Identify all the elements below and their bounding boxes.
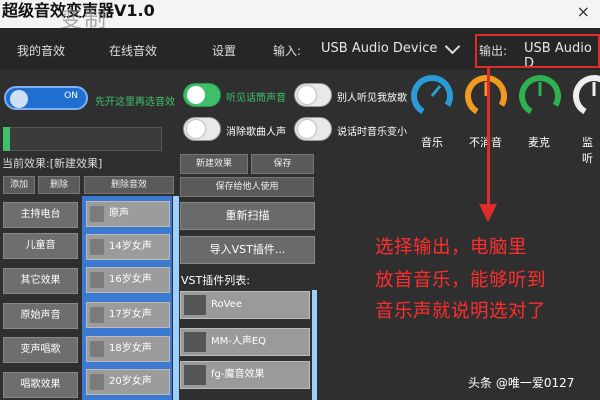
preset-label: 16岁女声 — [109, 274, 152, 285]
tab-online-effects[interactable]: 在线音效 — [109, 42, 157, 59]
add-button[interactable]: 添加 — [3, 176, 35, 194]
preset-item[interactable]: 原声 — [86, 201, 170, 227]
save-for-others-button[interactable]: 保存给他人使用 — [180, 177, 314, 197]
new-effect-button[interactable]: 新建效果 — [180, 154, 248, 174]
vst-scrollbar[interactable] — [312, 290, 317, 400]
title-bar: 超级音效变声器V1.0 变制 × — [0, 0, 600, 32]
vst-list-header: VST插件列表: — [181, 274, 250, 287]
vst-plugin-item[interactable]: MM-人声EQ — [180, 328, 310, 356]
delete-button[interactable]: 删除 — [38, 176, 80, 194]
dial-label-music: 音乐 — [421, 136, 443, 149]
annotation-arrow — [487, 68, 490, 208]
preset-item[interactable]: 18岁女声 — [86, 336, 170, 362]
category-singing-effects[interactable]: 唱歌效果 — [3, 372, 78, 398]
import-vst-button[interactable]: 导入VST插件... — [180, 236, 315, 264]
monitor-dial-icon[interactable] — [572, 74, 600, 118]
annotation-line-1: 选择输出，电脑里 — [375, 237, 528, 258]
preset-item[interactable]: 14岁女声 — [86, 234, 170, 260]
music-dial-icon[interactable] — [410, 74, 454, 118]
dial-label-monitor: 监听 — [582, 136, 593, 165]
others-hear-toggle[interactable] — [294, 83, 332, 107]
hear-voice-toggle[interactable] — [183, 83, 221, 107]
tab-settings[interactable]: 设置 — [212, 42, 236, 59]
vst-plugin-item[interactable]: fg-魔音效果 — [180, 361, 310, 389]
preset-label: 14岁女声 — [109, 241, 152, 252]
annotation-line-3: 音乐声就说明选对了 — [375, 301, 547, 322]
vst-plugin-label: RoVee — [211, 299, 242, 310]
mic-dial-icon[interactable] — [518, 74, 562, 118]
category-child-voice[interactable]: 儿童音 — [3, 233, 78, 259]
preset-icon — [90, 239, 104, 255]
toggle-knob — [298, 86, 316, 104]
preset-icon — [90, 374, 104, 390]
level-meter — [3, 127, 162, 151]
credit-watermark: 头条 @唯一爱0127 — [468, 376, 575, 390]
dial-label-no-mute: 不消音 — [469, 136, 502, 149]
arrow-down-icon — [479, 204, 497, 222]
toggle-knob — [10, 90, 28, 108]
toggle-knob — [187, 120, 205, 138]
preset-label: 原声 — [109, 208, 129, 219]
toggle-state-label: ON — [64, 91, 78, 101]
preset-icon — [90, 272, 104, 288]
level-meter-fill — [3, 127, 10, 151]
hear-voice-label: 听见话筒声音 — [226, 93, 286, 104]
master-hint-label: 先开这里再选音效 — [95, 97, 175, 108]
toggle-knob — [187, 86, 205, 104]
category-host-radio[interactable]: 主持电台 — [3, 202, 78, 228]
preset-item[interactable]: 20岁女声 — [86, 369, 170, 395]
master-toggle[interactable]: ON — [4, 86, 88, 110]
no-mute-dial-icon[interactable] — [464, 74, 508, 118]
input-label: 输入: — [273, 44, 302, 58]
input-device-select[interactable]: USB Audio Device — [321, 41, 437, 56]
preset-icon — [90, 341, 104, 357]
preset-item[interactable]: 17岁女声 — [86, 302, 170, 328]
save-button[interactable]: 保存 — [251, 154, 314, 174]
preset-label: 20岁女声 — [109, 376, 152, 387]
category-original-voice[interactable]: 原始声音 — [3, 303, 78, 329]
category-other-effects[interactable]: 其它效果 — [3, 268, 78, 294]
rescan-button[interactable]: 重新扫描 — [180, 202, 315, 230]
lower-music-toggle[interactable] — [294, 117, 332, 141]
plugin-icon — [184, 365, 206, 385]
preset-item[interactable]: 16岁女声 — [86, 267, 170, 293]
preset-icon — [90, 307, 104, 323]
close-icon[interactable]: × — [577, 2, 590, 21]
remove-vocals-label: 消除歌曲人声 — [226, 127, 286, 138]
preset-scrollbar[interactable] — [173, 196, 179, 400]
category-voice-singing[interactable]: 变声唱歌 — [3, 337, 78, 363]
dial-label-mic: 麦克 — [528, 136, 550, 149]
preset-label: 18岁女声 — [109, 343, 152, 354]
tab-my-effects[interactable]: 我的音效 — [17, 42, 65, 59]
vst-plugin-label: fg-魔音效果 — [211, 369, 265, 380]
vst-plugin-label: MM-人声EQ — [211, 336, 267, 347]
annotation-line-2: 放首音乐，能够听到 — [375, 270, 547, 291]
annotation-highlight-box — [475, 34, 600, 68]
plugin-icon — [184, 332, 206, 352]
current-effect-header: 当前效果:[新建效果] — [2, 157, 103, 170]
plugin-icon — [184, 295, 206, 315]
lower-music-label: 说话时音乐变小 — [337, 127, 407, 138]
vst-plugin-item[interactable]: RoVee — [180, 291, 310, 319]
remove-vocals-toggle[interactable] — [183, 117, 221, 141]
delete-effect-button[interactable]: 删除音效 — [84, 176, 174, 194]
preset-label: 17岁女声 — [109, 309, 152, 320]
toggle-knob — [298, 120, 316, 138]
preset-icon — [90, 206, 104, 222]
others-hear-label: 别人听见我放歌 — [337, 93, 407, 104]
